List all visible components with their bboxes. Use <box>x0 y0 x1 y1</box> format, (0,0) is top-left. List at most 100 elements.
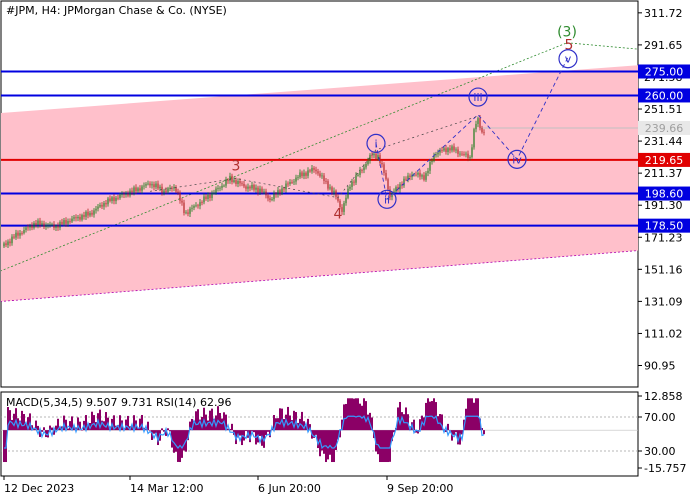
macd-bar <box>91 411 93 431</box>
candle-body <box>441 149 443 151</box>
candle-body <box>253 184 255 190</box>
candle-body <box>175 187 177 192</box>
candle-body <box>269 198 271 200</box>
macd-bar <box>343 404 345 431</box>
candle-body <box>249 186 251 189</box>
candle-body <box>243 183 245 187</box>
macd-bar <box>385 430 387 463</box>
macd-bar <box>37 425 39 431</box>
candle-body <box>415 174 417 176</box>
macd-bar <box>475 398 477 431</box>
candle-body <box>355 175 357 183</box>
macd-bar <box>355 398 357 431</box>
macd-bar <box>175 430 177 452</box>
candle-body <box>107 198 109 205</box>
wave-label: 3 <box>232 159 241 175</box>
candle-body <box>381 162 383 165</box>
candle-body <box>125 193 127 195</box>
candle-body <box>53 224 55 228</box>
candle-body <box>285 183 287 190</box>
macd-bar <box>253 430 255 433</box>
candle-body <box>443 148 445 151</box>
candle-body <box>39 220 41 225</box>
candle-body <box>301 172 303 177</box>
macd-bar <box>323 430 325 454</box>
candle-body <box>209 194 211 199</box>
macd-bar <box>13 413 15 431</box>
candle-body <box>153 184 155 188</box>
macd-bar <box>161 428 163 431</box>
candle-body <box>329 187 331 189</box>
candle-body <box>429 162 431 171</box>
candle-body <box>475 123 477 130</box>
macd-bar <box>447 423 449 431</box>
candle-body <box>139 188 141 191</box>
candle-body <box>283 188 285 190</box>
candle-body <box>33 223 35 228</box>
macd-bar <box>183 430 185 451</box>
candle-body <box>61 221 63 225</box>
candle-body <box>213 192 215 194</box>
candle-body <box>335 190 337 197</box>
candle-body <box>325 180 327 182</box>
candle-body <box>119 194 121 199</box>
candle-body <box>343 203 345 212</box>
candle-body <box>457 149 459 154</box>
macd-bar <box>407 414 409 431</box>
candle-body <box>129 190 131 196</box>
candle-body <box>15 232 17 238</box>
candle-body <box>455 149 457 151</box>
candle-body <box>239 181 241 184</box>
sub-tick-label: 70.00 <box>644 411 676 424</box>
y-tick-label: 131.09 <box>644 295 683 308</box>
macd-bar <box>365 401 367 431</box>
candle-body <box>7 241 9 246</box>
candle-body <box>469 157 471 158</box>
candle-body <box>157 183 159 189</box>
x-tick-label: 12 Dec 2023 <box>4 482 74 495</box>
candle-body <box>127 193 129 196</box>
macd-bar <box>381 430 383 463</box>
candle-body <box>345 197 347 204</box>
candle-body <box>89 212 91 216</box>
candle-body <box>467 153 469 158</box>
candle-body <box>27 227 29 229</box>
wave-label: v <box>565 53 572 66</box>
candle-body <box>353 181 355 183</box>
candle-body <box>351 181 353 187</box>
candle-body <box>23 230 25 234</box>
candle-body <box>145 184 147 186</box>
candle-body <box>281 188 283 194</box>
candle-body <box>437 152 439 155</box>
macd-bar <box>277 418 279 431</box>
candle-body <box>45 225 47 228</box>
x-tick-label: 14 Mar 12:00 <box>130 482 203 495</box>
y-tick-label: 90.95 <box>644 360 676 373</box>
macd-bar <box>353 398 355 431</box>
candle-body <box>25 227 27 231</box>
macd-bar <box>177 430 179 462</box>
candle-body <box>387 179 389 190</box>
candle-body <box>349 186 351 189</box>
candle-body <box>265 191 267 196</box>
candle-body <box>215 188 217 193</box>
candle-body <box>465 153 467 155</box>
candle-body <box>373 153 375 156</box>
candle-body <box>135 187 137 192</box>
macd-bar <box>351 398 353 431</box>
macd-bar <box>387 430 389 463</box>
candle-body <box>317 171 319 174</box>
macd-bar <box>469 398 471 431</box>
candle-body <box>101 205 103 207</box>
level-label: 275.00 <box>645 65 684 78</box>
candle-body <box>295 177 297 182</box>
candle-body <box>163 190 165 193</box>
macd-bar <box>327 430 329 460</box>
candle-body <box>111 197 113 202</box>
candle-body <box>151 184 153 186</box>
candle-body <box>91 212 93 215</box>
macd-bar <box>51 427 53 431</box>
candle-body <box>375 153 377 159</box>
candle-body <box>189 208 191 214</box>
candle-body <box>17 232 19 236</box>
